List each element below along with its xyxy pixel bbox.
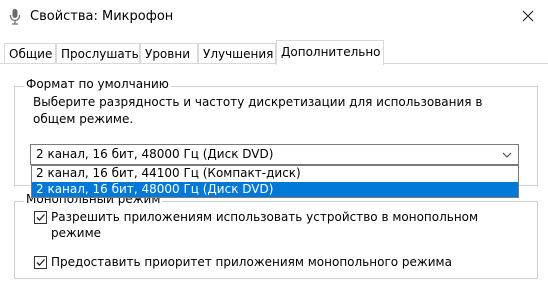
give-priority-label: Предоставить приоритет приложениям моноп…	[51, 255, 452, 269]
tab-listen[interactable]: Прослушать	[56, 43, 140, 63]
close-icon	[522, 10, 534, 25]
format-option-44100[interactable]: 2 канал, 16 бит, 44100 Гц (Компакт-диск)	[32, 166, 518, 181]
allow-exclusive-checkbox[interactable]	[34, 211, 47, 224]
tab-advanced[interactable]: Дополнительно	[276, 40, 384, 65]
chevron-down-icon	[502, 149, 512, 159]
tab-general[interactable]: Общие	[4, 43, 56, 63]
format-option-48000[interactable]: 2 канал, 16 бит, 48000 Гц (Диск DVD)	[32, 182, 518, 197]
title-bar: Свойства: Микрофон	[0, 0, 548, 34]
tab-strip: Общие Прослушать Уровни Улучшения Дополн…	[0, 40, 548, 65]
checkmark-icon	[36, 214, 45, 221]
checkmark-icon	[36, 259, 45, 266]
microphone-icon	[8, 8, 22, 26]
allow-exclusive-row[interactable]: Разрешить приложениям использовать устро…	[34, 209, 494, 241]
default-format-description: Выберите разрядность и частоту дискретиз…	[33, 95, 483, 126]
give-priority-row[interactable]: Предоставить приоритет приложениям моноп…	[34, 254, 494, 270]
tab-enhancements[interactable]: Улучшения	[198, 43, 276, 63]
close-button[interactable]	[508, 0, 548, 34]
format-select-value: 2 канал, 16 бит, 48000 Гц (Диск DVD)	[36, 147, 274, 161]
format-dropdown-list: 2 канал, 16 бит, 44100 Гц (Компакт-диск)…	[31, 165, 519, 198]
tab-levels[interactable]: Уровни	[140, 43, 198, 63]
advanced-pane: Формат по умолчанию Выберите разрядность…	[0, 63, 548, 302]
window-title: Свойства: Микрофон	[30, 9, 174, 24]
default-format-legend: Формат по умолчанию	[24, 77, 171, 91]
give-priority-checkbox[interactable]	[34, 256, 47, 269]
format-select[interactable]: 2 канал, 16 бит, 48000 Гц (Диск DVD)	[30, 144, 519, 165]
allow-exclusive-label: Разрешить приложениям использовать устро…	[51, 210, 479, 240]
